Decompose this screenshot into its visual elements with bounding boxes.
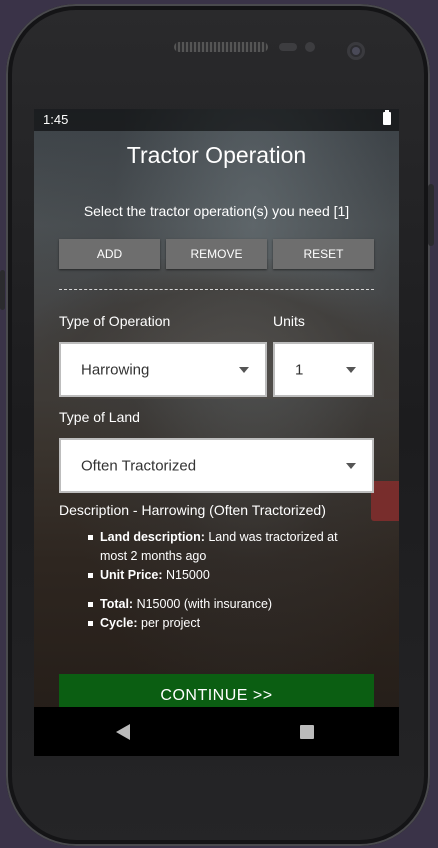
total-item: Total: N15000 (with insurance)	[88, 595, 358, 614]
totals-list: Total: N15000 (with insurance) Cycle: pe…	[88, 595, 358, 633]
cycle-value: per project	[141, 616, 201, 630]
dropdown-caret-icon	[346, 462, 356, 469]
land-label: Type of Land	[59, 409, 140, 425]
total-key: Total:	[100, 597, 134, 611]
land-select[interactable]: Often Tractorized	[59, 438, 374, 493]
units-label: Units	[273, 313, 305, 329]
proximity-sensor	[279, 43, 297, 51]
unit-price-value: N15000	[166, 568, 210, 582]
operation-select[interactable]: Harrowing	[59, 342, 267, 397]
battery-icon	[383, 110, 391, 125]
add-button[interactable]: ADD	[59, 239, 160, 269]
remove-button[interactable]: REMOVE	[166, 239, 267, 269]
land-description-item: Land description: Land was tractorized a…	[88, 528, 358, 566]
land-description-key: Land description:	[100, 530, 205, 544]
dropdown-caret-icon	[239, 366, 249, 373]
screen: 1:45 Tractor Operation Select the tracto…	[34, 109, 399, 756]
page-title: Tractor Operation	[126, 142, 307, 168]
cycle-key: Cycle:	[100, 616, 138, 630]
operation-label: Type of Operation	[59, 313, 171, 329]
navigation-bar	[34, 707, 399, 756]
status-bar: 1:45	[34, 109, 399, 131]
reset-button[interactable]: RESET	[273, 239, 374, 269]
land-select-value: Often Tractorized	[81, 457, 197, 474]
description-list: Land description: Land was tractorized a…	[88, 528, 358, 585]
unit-price-item: Unit Price: N15000	[88, 566, 358, 585]
front-camera	[347, 42, 365, 60]
speaker-grille	[174, 42, 268, 52]
dropdown-caret-icon	[346, 366, 356, 373]
recents-icon[interactable]	[300, 725, 314, 739]
total-value: N15000 (with insurance)	[136, 597, 273, 611]
divider	[59, 289, 374, 290]
volume-button	[428, 184, 434, 246]
units-select-value: 1	[295, 361, 304, 378]
description-heading: Description - Harrowing (Often Tractoriz…	[59, 502, 326, 518]
power-button	[0, 270, 5, 310]
background-tractor	[371, 481, 399, 521]
page-subtitle: Select the tractor operation(s) you need…	[83, 203, 350, 219]
operation-select-value: Harrowing	[81, 361, 150, 378]
light-sensor	[305, 42, 315, 52]
unit-price-key: Unit Price:	[100, 568, 163, 582]
cycle-item: Cycle: per project	[88, 614, 358, 633]
status-time: 1:45	[43, 112, 69, 127]
back-icon[interactable]	[116, 724, 130, 740]
units-select[interactable]: 1	[273, 342, 374, 397]
